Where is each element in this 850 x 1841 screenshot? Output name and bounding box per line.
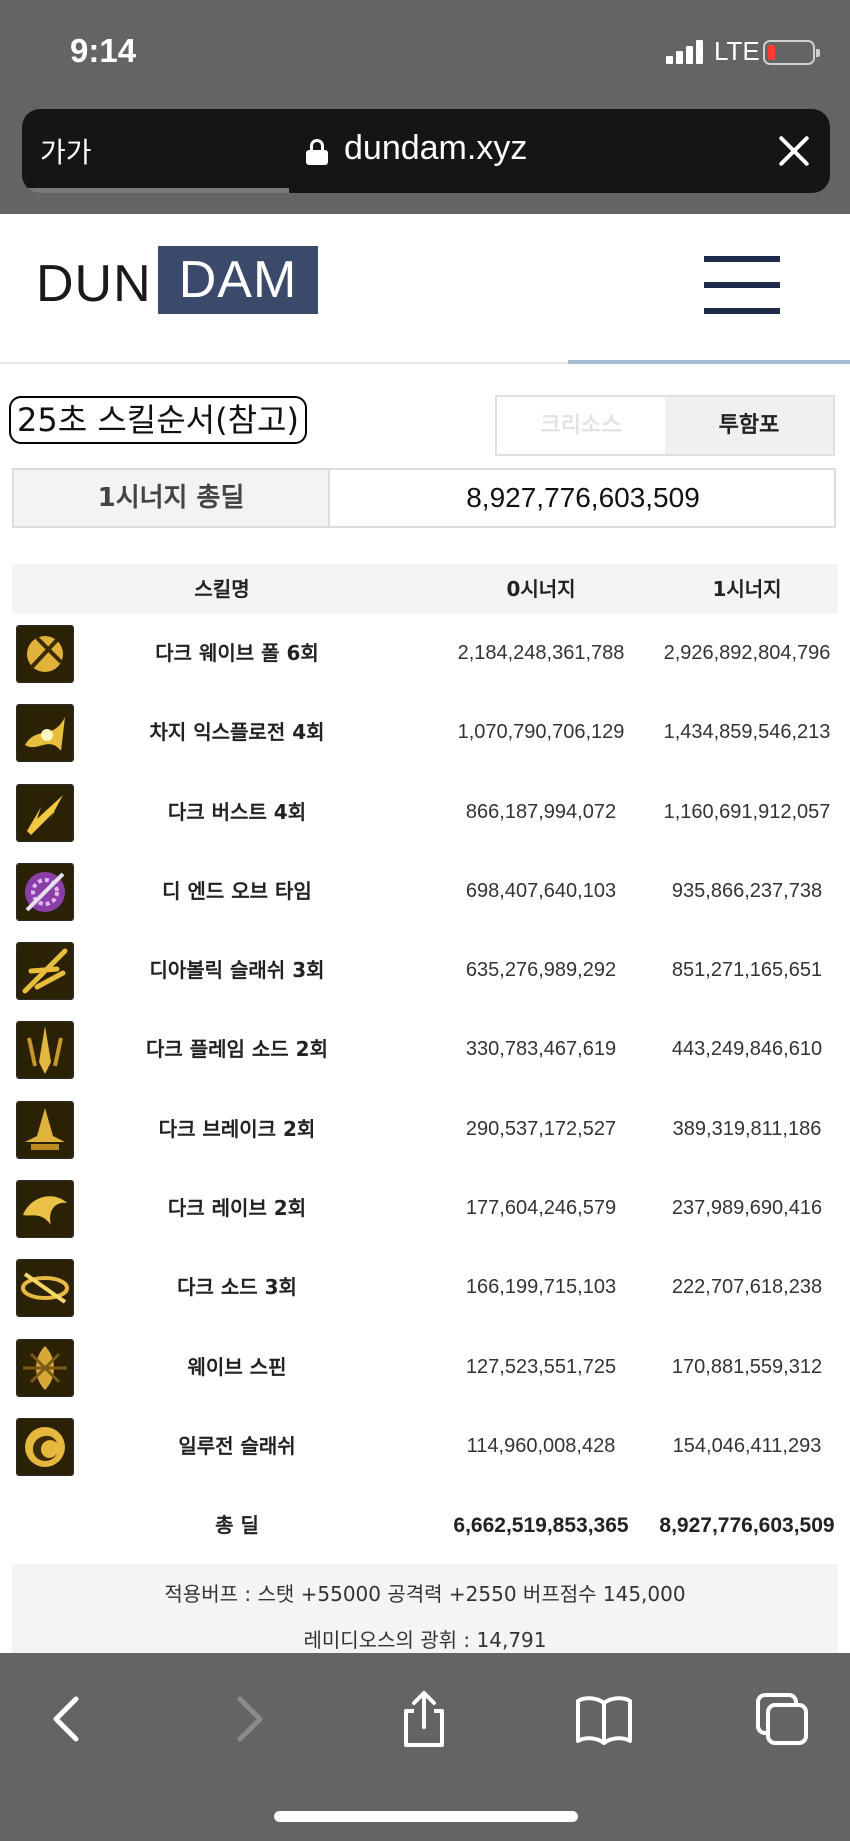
buff-info: 적용버프 : 스탯 +55000 공격력 +2550 버프점수 145,000 …	[12, 1564, 838, 1654]
synergy-0-damage: 2,184,248,361,788	[457, 642, 625, 664]
synergy-1-damage: 154,046,411,293	[672, 1434, 822, 1457]
class-toggle: 크리소스 투함포	[495, 395, 835, 456]
synergy-1-damage: 389,319,811,186	[672, 1117, 822, 1140]
total-synergy-0: 6,662,519,853,365	[453, 1514, 629, 1538]
synergy-0-damage: 166,199,715,103	[465, 1276, 617, 1299]
dark-flame-sword-icon	[16, 1021, 74, 1080]
synergy-0-damage: 177,604,246,579	[465, 1197, 617, 1220]
skill-name: 다크 플레임 소드 2회	[145, 1037, 328, 1062]
synergy-0-damage: 127,523,551,725	[465, 1355, 617, 1378]
table-row: 다크 브레이크 2회 290,537,172,527 389,319,811,186	[12, 1090, 838, 1169]
share-icon[interactable]	[394, 1689, 454, 1749]
table-row: 일루전 슬래쉬 114,960,008,428 154,046,411,293	[12, 1407, 838, 1486]
logo-text-dun: DUN	[36, 255, 152, 313]
tabs-icon[interactable]	[752, 1689, 812, 1749]
table-row: 디 엔드 오브 타임 698,407,640,103 935,866,237,738	[12, 852, 838, 931]
header-skill-name: 스킬명	[194, 577, 250, 601]
header-synergy-1: 1시너지	[712, 577, 782, 601]
skill-name: 웨이브 스핀	[187, 1354, 287, 1379]
status-time: 9:14	[70, 32, 137, 69]
browser-toolbar	[0, 1653, 850, 1841]
status-bar: 9:14 LTE	[0, 0, 850, 104]
close-icon[interactable]	[774, 131, 814, 171]
synergy-0-damage: 1,070,790,706,129	[457, 721, 625, 744]
back-arrow-icon[interactable]	[38, 1689, 98, 1749]
synergy-0-damage: 114,960,008,428	[466, 1434, 616, 1457]
synergy-0-damage: 866,187,994,072	[465, 800, 617, 823]
wave-spin-icon	[16, 1338, 74, 1397]
skill-name: 다크 웨이브 폴 6회	[155, 641, 319, 665]
dark-rave-icon	[16, 1180, 74, 1239]
synergy-total-box: 1시너지 총딜 8,927,776,603,509	[12, 468, 836, 528]
table-header: 스킬명 0시너지 1시너지	[12, 564, 838, 614]
synergy-1-damage: 170,881,559,312	[671, 1355, 823, 1378]
synergy-0-damage: 635,276,989,292	[465, 959, 617, 982]
skill-damage-table: 스킬명 0시너지 1시너지 다크 웨이브 폴 6회 2,184,248,361,7…	[12, 564, 838, 1566]
cellular-signal-icon	[666, 40, 708, 64]
lock-icon	[306, 139, 328, 165]
site-header: DUN DAM	[0, 214, 850, 364]
synergy-0-damage: 698,407,640,103	[465, 879, 617, 902]
table-row: 다크 레이브 2회 177,604,246,579 237,989,690,416	[12, 1169, 838, 1248]
synergy-1-damage: 935,866,237,738	[671, 879, 823, 902]
dark-sword-icon	[16, 1259, 74, 1318]
hamburger-menu-icon[interactable]	[704, 256, 780, 314]
network-type: LTE	[714, 36, 760, 66]
table-row: 디아볼릭 슬래쉬 3회 635,276,989,292 851,271,165,65…	[12, 931, 838, 1010]
synergy-1-damage: 222,707,618,238	[671, 1276, 823, 1299]
forward-arrow-icon[interactable]	[218, 1689, 278, 1749]
skill-name: 차지 익스플로전 4회	[149, 720, 325, 745]
text-size-button[interactable]: 가가	[40, 131, 92, 171]
skill-name: 디아볼릭 슬래쉬 3회	[149, 958, 325, 983]
synergy-total-label: 1시너지 총딜	[14, 470, 330, 526]
dark-burst-icon	[16, 783, 74, 842]
skill-order-title[interactable]: 25초 스킬순서(참고)	[9, 396, 307, 444]
table-row: 차지 익스플로전 4회 1,070,790,706,129 1,434,859,54…	[12, 693, 838, 772]
home-indicator[interactable]	[274, 1811, 578, 1822]
buff-remedios-line: 레미디오스의 광휘 : 14,791	[303, 1628, 547, 1652]
bookmarks-icon[interactable]	[574, 1689, 634, 1749]
charge-explosion-icon	[16, 704, 74, 763]
skill-name: 다크 브레이크 2회	[158, 1116, 316, 1141]
url-domain[interactable]: dundam.xyz	[344, 129, 527, 168]
table-row: 웨이브 스핀 127,523,551,725 170,881,559,312	[12, 1328, 838, 1407]
synergy-1-damage: 237,989,690,416	[671, 1197, 823, 1220]
header-accent-line	[568, 360, 850, 364]
tab-chrysos[interactable]: 크리소스	[497, 397, 665, 454]
battery-icon	[763, 40, 820, 65]
logo-text-dam: DAM	[158, 246, 318, 314]
skill-name: 일루전 슬래쉬	[178, 1433, 296, 1458]
browser-address-area: 가가 dundam.xyz	[0, 104, 850, 214]
skill-name: 다크 레이브 2회	[167, 1196, 307, 1221]
buff-stat-line: 적용버프 : 스탯 +55000 공격력 +2550 버프점수 145,000	[164, 1582, 686, 1606]
page-load-progress	[22, 188, 289, 193]
skill-name: 다크 소드 3회	[177, 1275, 297, 1300]
dark-wave-fall-icon	[16, 625, 74, 683]
synergy-1-damage: 443,249,846,610	[671, 1038, 823, 1061]
address-bar[interactable]: 가가 dundam.xyz	[22, 109, 830, 193]
synergy-1-damage: 1,434,859,546,213	[663, 721, 831, 744]
table-row: 다크 웨이브 폴 6회 2,184,248,361,788 2,926,892,80…	[12, 614, 838, 693]
tab-tuhampo[interactable]: 투함포	[665, 397, 833, 454]
table-row: 다크 버스트 4회 866,187,994,072 1,160,691,912,05…	[12, 773, 838, 852]
illusion-slash-icon	[16, 1417, 74, 1476]
table-total-row: 총 딜 6,662,519,853,365 8,927,776,603,509	[12, 1486, 838, 1565]
synergy-1-damage: 2,926,892,804,796	[663, 642, 831, 664]
table-row: 다크 플레임 소드 2회 330,783,467,619 443,249,846,6…	[12, 1010, 838, 1089]
the-end-of-time-icon	[16, 862, 74, 921]
table-row: 다크 소드 3회 166,199,715,103 222,707,618,238	[12, 1248, 838, 1327]
skill-name: 다크 버스트 4회	[167, 799, 307, 824]
total-synergy-1: 8,927,776,603,509	[659, 1514, 835, 1538]
synergy-0-damage: 290,537,172,527	[465, 1117, 617, 1140]
diabolic-slash-icon	[16, 942, 74, 1001]
total-label: 총 딜	[215, 1513, 259, 1538]
skill-name: 디 엔드 오브 타임	[162, 878, 312, 903]
header-synergy-0: 0시너지	[506, 577, 576, 601]
synergy-0-damage: 330,783,467,619	[465, 1038, 617, 1061]
synergy-total-value: 8,927,776,603,509	[466, 482, 700, 513]
synergy-1-damage: 851,271,165,651	[671, 959, 823, 982]
dark-break-icon	[16, 1100, 74, 1159]
synergy-1-damage: 1,160,691,912,057	[663, 800, 831, 823]
